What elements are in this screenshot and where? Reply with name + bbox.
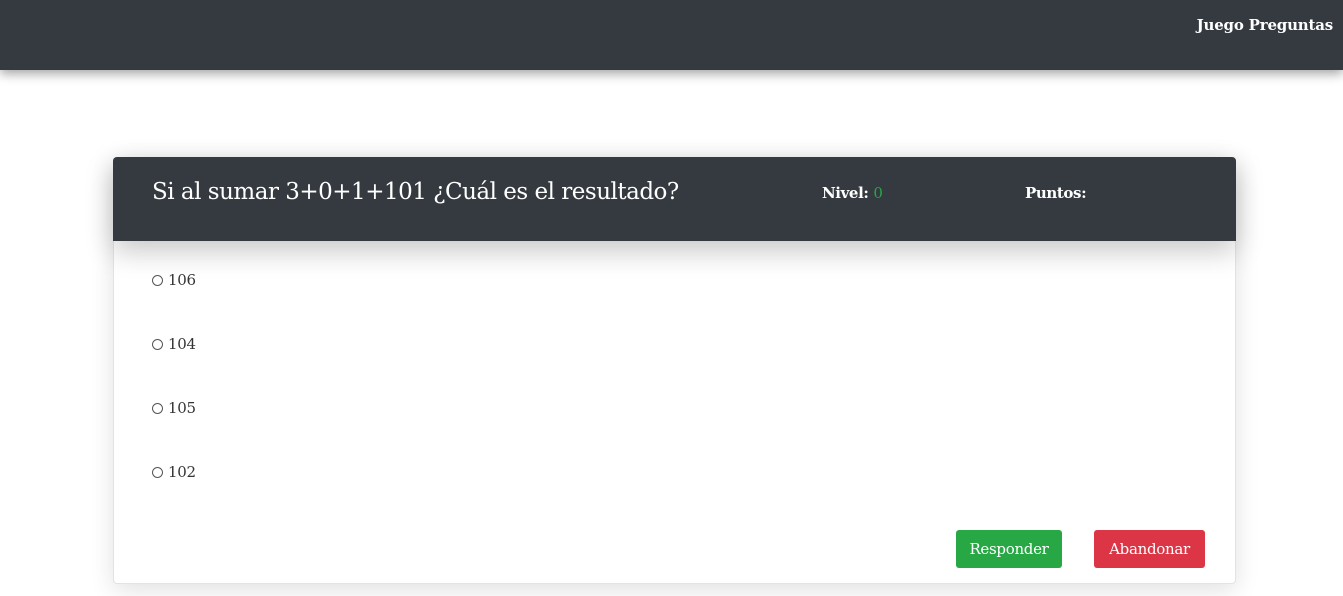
answer-option-3[interactable]: 105 — [152, 398, 196, 418]
brand-link[interactable]: Juego Preguntas — [1197, 16, 1334, 34]
radio-button[interactable] — [152, 338, 163, 350]
answer-option-label: 105 — [168, 399, 196, 417]
answer-option-label: 102 — [168, 463, 196, 481]
question-header: Si al sumar 3+0+1+101 ¿Cuál es el result… — [113, 157, 1236, 241]
level-value: 0 — [873, 184, 883, 202]
top-navbar: Juego Preguntas — [0, 0, 1343, 70]
answer-option-label: 104 — [168, 335, 196, 353]
quit-button[interactable]: Abandonar — [1094, 530, 1205, 568]
radio-button[interactable] — [152, 466, 163, 478]
answer-option-1[interactable]: 106 — [152, 270, 196, 290]
answer-button[interactable]: Responder — [956, 530, 1062, 568]
radio-button[interactable] — [152, 274, 163, 286]
radio-button[interactable] — [152, 402, 163, 414]
points-label: Puntos: — [1025, 184, 1087, 202]
answer-option-label: 106 — [168, 271, 196, 289]
question-text: Si al sumar 3+0+1+101 ¿Cuál es el result… — [152, 179, 679, 205]
level-indicator: Nivel: 0 — [822, 184, 883, 202]
answer-option-4[interactable]: 102 — [152, 462, 196, 482]
points-indicator: Puntos: — [1025, 184, 1087, 202]
answer-option-2[interactable]: 104 — [152, 334, 196, 354]
question-card: Si al sumar 3+0+1+101 ¿Cuál es el result… — [113, 157, 1236, 584]
level-label: Nivel: — [822, 184, 869, 202]
